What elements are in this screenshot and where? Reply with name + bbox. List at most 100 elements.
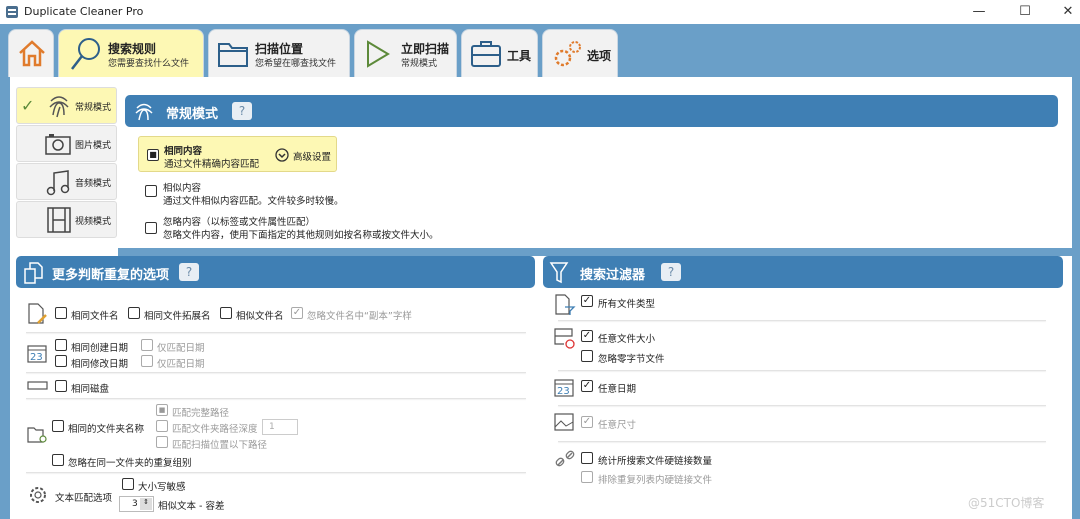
label: 匹配完整路径 (172, 408, 230, 419)
option-desc: 通过文件精确内容匹配 (164, 159, 260, 170)
modified-date-only-checkbox[interactable] (141, 355, 153, 367)
option-desc: 忽略文件内容，使用下面指定的其他规则如按名称或按文件大小。 (163, 230, 439, 241)
option-same-content[interactable]: ■ 相同内容 通过文件精确内容匹配 高级设置 (138, 136, 337, 172)
help-button[interactable]: ? (232, 102, 252, 120)
ignore-same-folder-checkbox[interactable] (52, 454, 64, 466)
any-date-checkbox[interactable]: ✓ (581, 380, 593, 392)
mode-label: 视频模式 (75, 217, 112, 227)
folder-search-icon (27, 427, 47, 443)
gear-icon (30, 487, 46, 503)
calendar-icon: 23 (554, 379, 574, 397)
advanced-settings-button[interactable]: 高级设置 (293, 149, 331, 163)
folder-icon (218, 43, 248, 67)
label: 相同修改日期 (71, 359, 129, 370)
mode-label: 图片模式 (75, 141, 112, 151)
tab-home[interactable] (8, 29, 54, 77)
similar-text-stepper[interactable]: 3 ⇕ (119, 496, 154, 512)
tab-tools[interactable]: 工具 (461, 29, 538, 77)
all-file-types-checkbox[interactable]: ✓ (581, 295, 593, 307)
any-size-checkbox[interactable]: ✓ (581, 330, 593, 342)
filter-icon (549, 262, 569, 284)
tab-scan-now[interactable]: 立即扫描 常规模式 (354, 29, 457, 77)
play-icon (367, 40, 390, 68)
divider (26, 332, 526, 333)
tab-sublabel: 常规模式 (401, 59, 438, 69)
tab-label: 扫描位置 (255, 42, 304, 56)
match-depth-radio[interactable] (156, 420, 168, 432)
mode-panel-title: 常规模式 (166, 107, 219, 122)
mode-panel-header: 常规模式 ? (125, 95, 1058, 127)
created-date-only-checkbox[interactable] (141, 339, 153, 351)
tab-label: 选项 (587, 49, 612, 63)
film-icon (47, 207, 71, 233)
option-title: 相同内容 (164, 146, 203, 157)
label: 相似文件名 (236, 311, 284, 322)
label: 任意文件大小 (598, 334, 656, 345)
spin-icon[interactable]: ⇕ (140, 498, 152, 510)
same-extension-checkbox[interactable] (128, 307, 140, 319)
file-size-icon (554, 328, 575, 349)
label: 忽略在同一文件夹的重复组别 (68, 458, 192, 469)
same-folder-name-checkbox[interactable] (52, 420, 64, 432)
same-filename-checkbox[interactable] (55, 307, 67, 319)
match-below-radio[interactable] (156, 436, 168, 448)
option-desc: 通过文件相似内容匹配。文件较多时较慢。 (163, 196, 344, 207)
watermark: @51CTO博客 (968, 496, 1045, 510)
tab-search-rules[interactable]: 搜索规则 您需要查找什么文件 (58, 29, 204, 79)
any-dimension-checkbox[interactable]: ✓ (581, 416, 593, 428)
case-sensitive-checkbox[interactable] (122, 478, 134, 490)
depth-stepper[interactable]: 1 (262, 419, 298, 435)
minimize-button[interactable]: — (964, 2, 994, 22)
exclude-hardlinks-checkbox[interactable] (581, 471, 593, 483)
label: 忽略文件名中“副本”字样 (307, 311, 412, 322)
label: 相似文本 - 容差 (158, 501, 225, 512)
same-disk-checkbox[interactable] (55, 380, 67, 392)
tab-scan-location[interactable]: 扫描位置 您希望在哪查找文件 (208, 29, 350, 77)
same-modified-checkbox[interactable] (55, 355, 67, 367)
label: 忽略零字节文件 (598, 354, 665, 365)
label: 匹配文件夹路径深度 (172, 424, 258, 435)
label: 匹配扫描位置以下路径 (172, 440, 268, 451)
help-button[interactable]: ? (661, 263, 681, 281)
divider (26, 472, 526, 473)
close-button[interactable]: ✕ (1053, 2, 1080, 22)
divider (558, 441, 1046, 442)
ignore-content-checkbox[interactable] (145, 222, 157, 234)
label: 所有文件类型 (598, 299, 656, 310)
similar-value: 3 (132, 499, 138, 509)
count-hardlinks-checkbox[interactable] (581, 452, 593, 464)
tab-options[interactable]: 选项 (542, 29, 618, 77)
toolbox-icon (471, 41, 501, 67)
similar-filename-checkbox[interactable] (220, 307, 232, 319)
label: 任意尺寸 (598, 420, 637, 431)
search-icon (71, 38, 100, 70)
calendar-icon: 23 (27, 345, 47, 363)
divider (26, 372, 526, 373)
help-button[interactable]: ? (179, 263, 199, 281)
chevron-down-circle-icon (275, 148, 289, 162)
text-match-label: 文本匹配选项 (55, 493, 113, 504)
divider (118, 248, 1072, 256)
mode-audio[interactable]: 音频模式 (16, 163, 117, 200)
ignore-zero-byte-checkbox[interactable] (581, 350, 593, 362)
link-icon (555, 450, 575, 467)
maximize-button[interactable]: ☐ (1010, 2, 1040, 22)
label: 仅匹配日期 (157, 359, 205, 370)
tab-sublabel: 您希望在哪查找文件 (255, 59, 337, 69)
fingerprint-icon (49, 96, 69, 118)
ignore-copy-checkbox[interactable]: ✓ (291, 307, 303, 319)
mode-normal[interactable]: ✓ 常规模式 (16, 87, 117, 124)
tab-label: 搜索规则 (108, 42, 157, 56)
filters-header: 搜索过滤器 ? (543, 256, 1063, 288)
mode-label: 常规模式 (75, 103, 112, 113)
tab-sublabel: 您需要查找什么文件 (108, 59, 190, 69)
match-full-path-radio[interactable]: ■ (156, 404, 168, 416)
file-edit-icon (28, 303, 47, 324)
mode-image[interactable]: 图片模式 (16, 125, 117, 162)
same-content-radio[interactable]: ■ (147, 149, 159, 161)
mode-video[interactable]: 视频模式 (16, 201, 117, 238)
tab-label: 立即扫描 (401, 42, 450, 56)
label: 排除重复列表内硬链接文件 (598, 475, 713, 486)
similar-content-checkbox[interactable] (145, 185, 157, 197)
same-created-checkbox[interactable] (55, 339, 67, 351)
